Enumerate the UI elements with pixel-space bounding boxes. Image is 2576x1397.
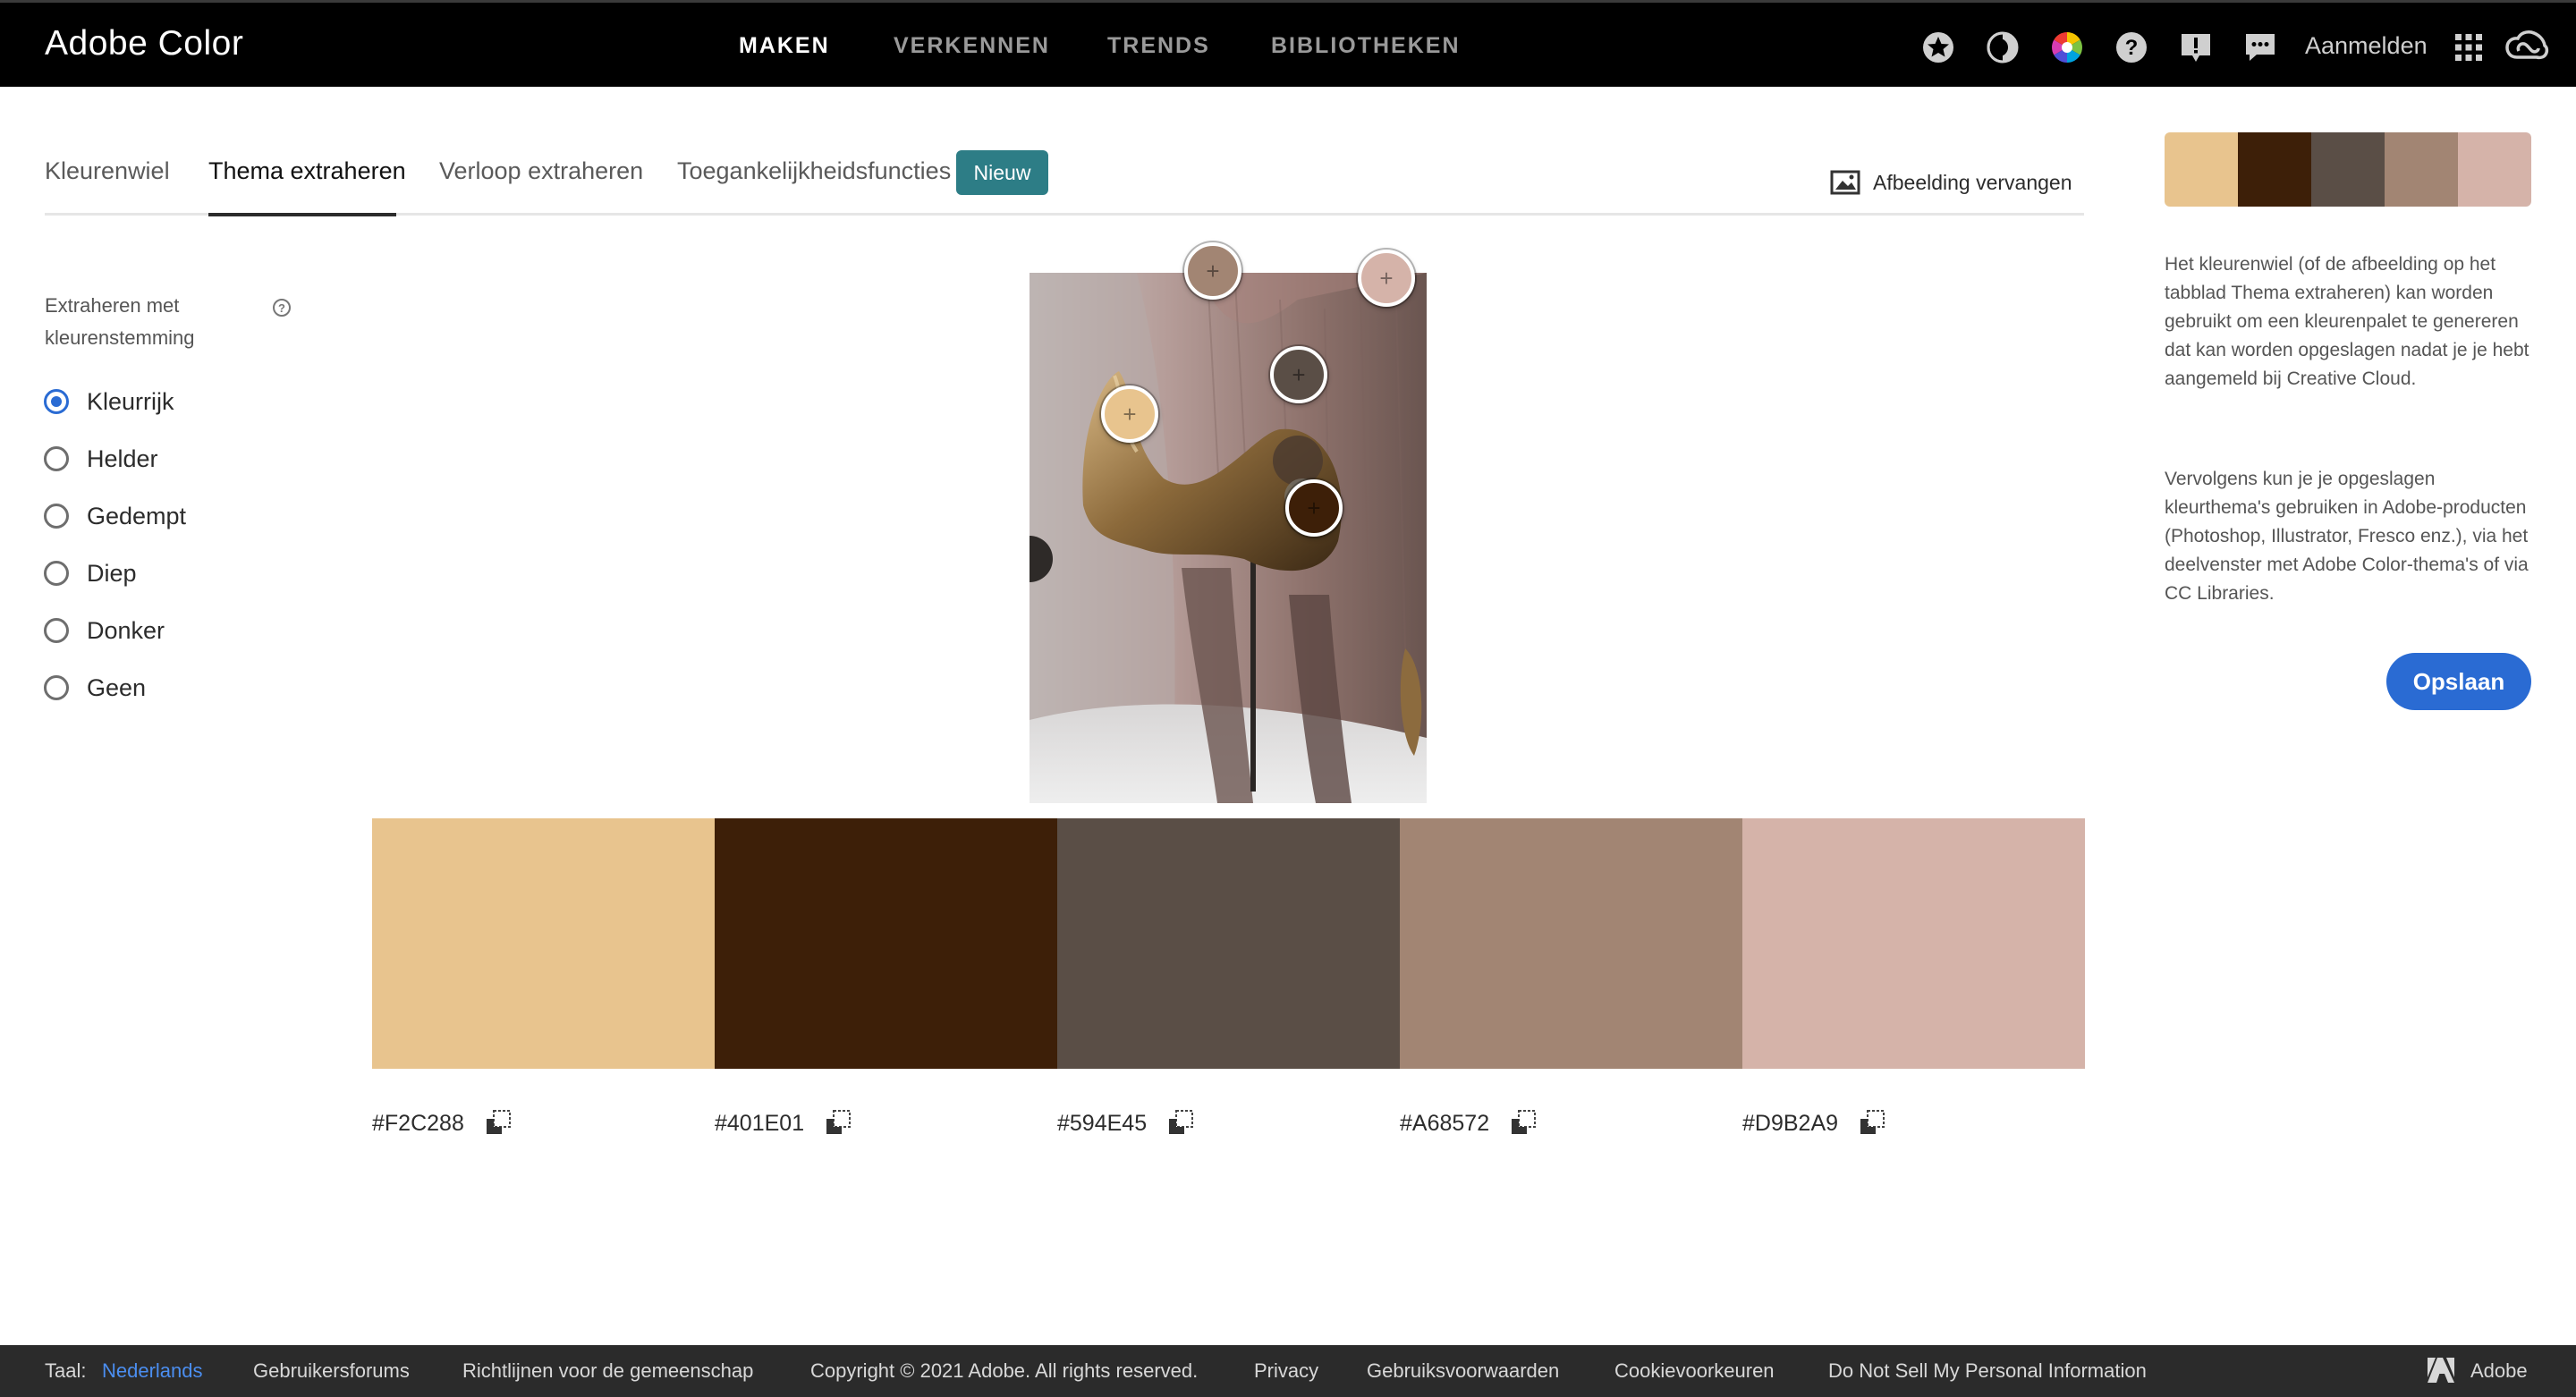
tab-verloop-extraheren[interactable]: Verloop extraheren [439, 157, 643, 185]
footer-link-terms[interactable]: Gebruiksvoorwaarden [1367, 1345, 1559, 1397]
palette-preview-chip [2385, 132, 2458, 207]
nav-bibliotheken[interactable]: BIBLIOTHEKEN [1271, 3, 1461, 89]
creative-cloud-icon[interactable] [2504, 30, 2549, 65]
copy-icon[interactable] [1858, 1109, 1886, 1138]
mood-option-geen[interactable]: Geen [44, 673, 146, 703]
hex-value[interactable]: #401E01 [715, 1111, 804, 1137]
footer: Taal: Nederlands Gebruikersforums Richtl… [0, 1345, 2576, 1397]
color-picker-marker[interactable]: + [1184, 242, 1241, 300]
tab-toegankelijkheidsfuncties[interactable]: Toegankelijkheidsfuncties [677, 157, 951, 185]
mood-option-label: Donker [87, 616, 165, 644]
nav-verkennen[interactable]: VERKENNEN [894, 3, 1050, 89]
footer-copyright: Copyright © 2021 Adobe. All rights reser… [810, 1359, 1199, 1382]
footer-link-guidelines[interactable]: Richtlijnen voor de gemeenschap [462, 1345, 753, 1397]
hex-value[interactable]: #F2C288 [372, 1111, 464, 1137]
replace-image-label: Afbeelding vervangen [1873, 170, 2072, 194]
radio-icon[interactable] [44, 504, 69, 529]
mood-option-kleurrijk[interactable]: Kleurrijk [44, 386, 174, 417]
language-selector[interactable]: Nederlands [102, 1345, 203, 1397]
hex-value-row: #594E45 [1057, 1107, 1195, 1139]
radio-icon[interactable] [44, 675, 69, 700]
hex-value-row: #D9B2A9 [1742, 1107, 1886, 1139]
adobe-logo-icon [2428, 1358, 2454, 1383]
radio-checked-icon[interactable] [44, 389, 69, 414]
new-badge: Nieuw [956, 150, 1048, 195]
mood-option-label: Kleurrijk [87, 387, 174, 415]
hex-value[interactable]: #594E45 [1057, 1111, 1147, 1137]
feedback-icon[interactable] [2178, 30, 2214, 65]
hex-value-row: #401E01 [715, 1107, 852, 1139]
copy-icon[interactable] [824, 1109, 852, 1138]
help-circle-icon[interactable]: ? [273, 299, 291, 317]
radio-icon[interactable] [44, 561, 69, 586]
mood-option-label: Gedempt [87, 502, 187, 529]
source-photo [1030, 273, 1427, 803]
hex-value[interactable]: #D9B2A9 [1742, 1111, 1838, 1137]
mood-option-label: Diep [87, 559, 137, 587]
color-swatch[interactable] [1742, 818, 2085, 1069]
radio-icon[interactable] [44, 618, 69, 643]
footer-link-cookies[interactable]: Cookievoorkeuren [1614, 1345, 1775, 1397]
app-grid-icon[interactable] [2451, 30, 2487, 65]
footer-link-privacy[interactable]: Privacy [1254, 1345, 1318, 1397]
help-icon[interactable]: ? [2114, 30, 2149, 65]
star-badge-icon[interactable] [1920, 30, 1956, 65]
hex-value-row: #F2C288 [372, 1107, 513, 1139]
hex-value[interactable]: #A68572 [1400, 1111, 1489, 1137]
app-title[interactable]: Adobe Color [45, 24, 243, 64]
language-label: Taal: [45, 1359, 87, 1382]
tab-thema-extraheren[interactable]: Thema extraheren [208, 157, 406, 185]
color-picker-marker[interactable]: + [1285, 479, 1343, 537]
svg-text:?: ? [2125, 36, 2139, 60]
copy-icon[interactable] [484, 1109, 513, 1138]
save-button[interactable]: Opslaan [2386, 653, 2531, 710]
mood-option-gedempt[interactable]: Gedempt [44, 501, 186, 531]
hex-value-row: #A68572 [1400, 1107, 1538, 1139]
palette-preview-chip [2458, 132, 2531, 207]
nav-maken[interactable]: MAKEN [739, 3, 830, 89]
color-picker-marker[interactable]: + [1101, 385, 1158, 443]
nav-trends[interactable]: TRENDS [1107, 3, 1210, 89]
palette-preview-chip [2165, 132, 2238, 207]
palette-preview-chip [2238, 132, 2311, 207]
copy-icon[interactable] [1166, 1109, 1195, 1138]
color-picker-marker[interactable]: + [1270, 346, 1327, 403]
color-swatch[interactable] [1057, 818, 1400, 1069]
color-swatch[interactable] [715, 818, 1057, 1069]
mood-option-diep[interactable]: Diep [44, 558, 137, 588]
mood-option-label: Geen [87, 673, 147, 701]
color-swatch[interactable] [372, 818, 715, 1069]
info-paragraph-2: Vervolgens kun je je opgeslagen kleurthe… [2165, 469, 2529, 604]
active-tab-indicator [208, 213, 396, 216]
palette-preview-chip [2311, 132, 2385, 207]
chat-icon[interactable] [2242, 30, 2278, 65]
color-wheel-icon[interactable] [2049, 30, 2085, 65]
footer-brand: Adobe [2470, 1359, 2528, 1382]
image-icon [1830, 170, 1860, 195]
contrast-icon[interactable] [1985, 30, 2021, 65]
mood-option-label: Helder [87, 444, 158, 472]
radio-icon[interactable] [44, 446, 69, 471]
top-bar: Adobe Color MAKEN VERKENNEN TRENDS BIBLI… [0, 0, 2576, 87]
mood-option-helder[interactable]: Helder [44, 444, 158, 474]
color-picker-marker[interactable]: + [1358, 250, 1415, 307]
palette-preview [2165, 132, 2531, 207]
color-swatch[interactable] [1400, 818, 1742, 1069]
footer-link-do-not-sell[interactable]: Do Not Sell My Personal Information [1828, 1345, 2147, 1397]
mood-title: Extraheren met kleurenstemming [45, 294, 195, 349]
signin-link[interactable]: Aanmelden [2305, 3, 2428, 89]
footer-link-forums[interactable]: Gebruikersforums [253, 1345, 410, 1397]
replace-image-button[interactable]: Afbeelding vervangen [1830, 166, 2072, 199]
copy-icon[interactable] [1509, 1109, 1538, 1138]
tab-kleurenwiel[interactable]: Kleurenwiel [45, 157, 170, 185]
info-paragraph-1: Het kleurenwiel (of de afbeelding op het… [2165, 254, 2529, 389]
mood-option-donker[interactable]: Donker [44, 615, 165, 646]
